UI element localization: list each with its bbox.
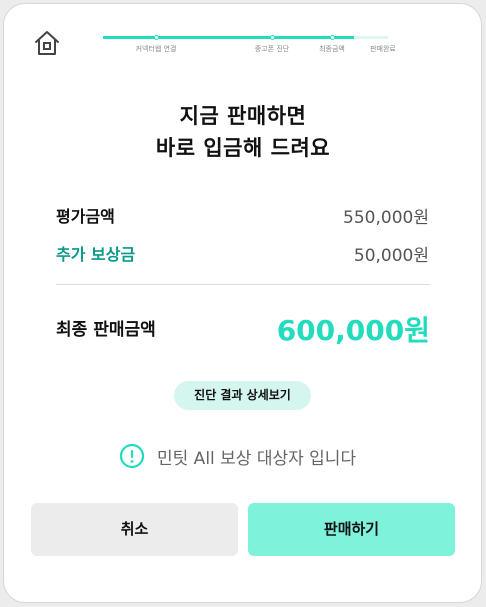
notice-text: 민팃 All 보상 대상자 입니다 bbox=[157, 448, 357, 469]
progress-step-label: 중고폰 진단 bbox=[254, 45, 290, 53]
progress-step-dot bbox=[270, 35, 275, 40]
final-price-value: 600,000원 bbox=[276, 314, 430, 347]
progress-step-dot bbox=[154, 35, 159, 40]
evaluation-label: 평가금액 bbox=[56, 207, 115, 226]
progress-step-label: 최종금액 bbox=[319, 45, 345, 53]
bonus-value: 50,000원 bbox=[353, 246, 429, 266]
progress-fill bbox=[103, 36, 354, 39]
progress-step-label: 커넥터웹 연결 bbox=[135, 45, 177, 53]
cancel-button[interactable]: 취소 bbox=[31, 503, 238, 556]
notice: 민팃 All 보상 대상자 입니다 bbox=[119, 443, 356, 469]
bonus-label: 추가 보상금 bbox=[56, 245, 136, 264]
final-price-label: 최종 판매금액 bbox=[56, 320, 156, 340]
exclamation-circle-icon bbox=[119, 443, 145, 469]
diagnosis-detail-button[interactable]: 진단 결과 상세보기 bbox=[174, 381, 311, 410]
sell-button[interactable]: 판매하기 bbox=[248, 503, 455, 556]
progress-step-label: 판매완료 bbox=[370, 45, 396, 53]
headline-line-2: 바로 입금해 드려요 bbox=[155, 136, 331, 160]
progress-step-dot bbox=[330, 35, 335, 40]
evaluation-value: 550,000원 bbox=[343, 208, 429, 228]
progress-bar: 커넥터웹 연결 중고폰 진단 최종금액 판매완료 bbox=[103, 35, 396, 56]
home-icon[interactable] bbox=[32, 28, 62, 58]
divider bbox=[56, 284, 430, 285]
headline-line-1: 지금 판매하면 bbox=[179, 104, 307, 128]
